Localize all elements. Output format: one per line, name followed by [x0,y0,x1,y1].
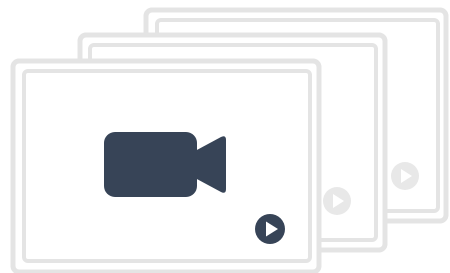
video-stack-illustration [10,7,449,273]
play-circle-icon [391,162,419,190]
play-circle-icon [255,214,285,244]
play-circle-icon [323,187,351,215]
video-card-front [10,58,322,273]
